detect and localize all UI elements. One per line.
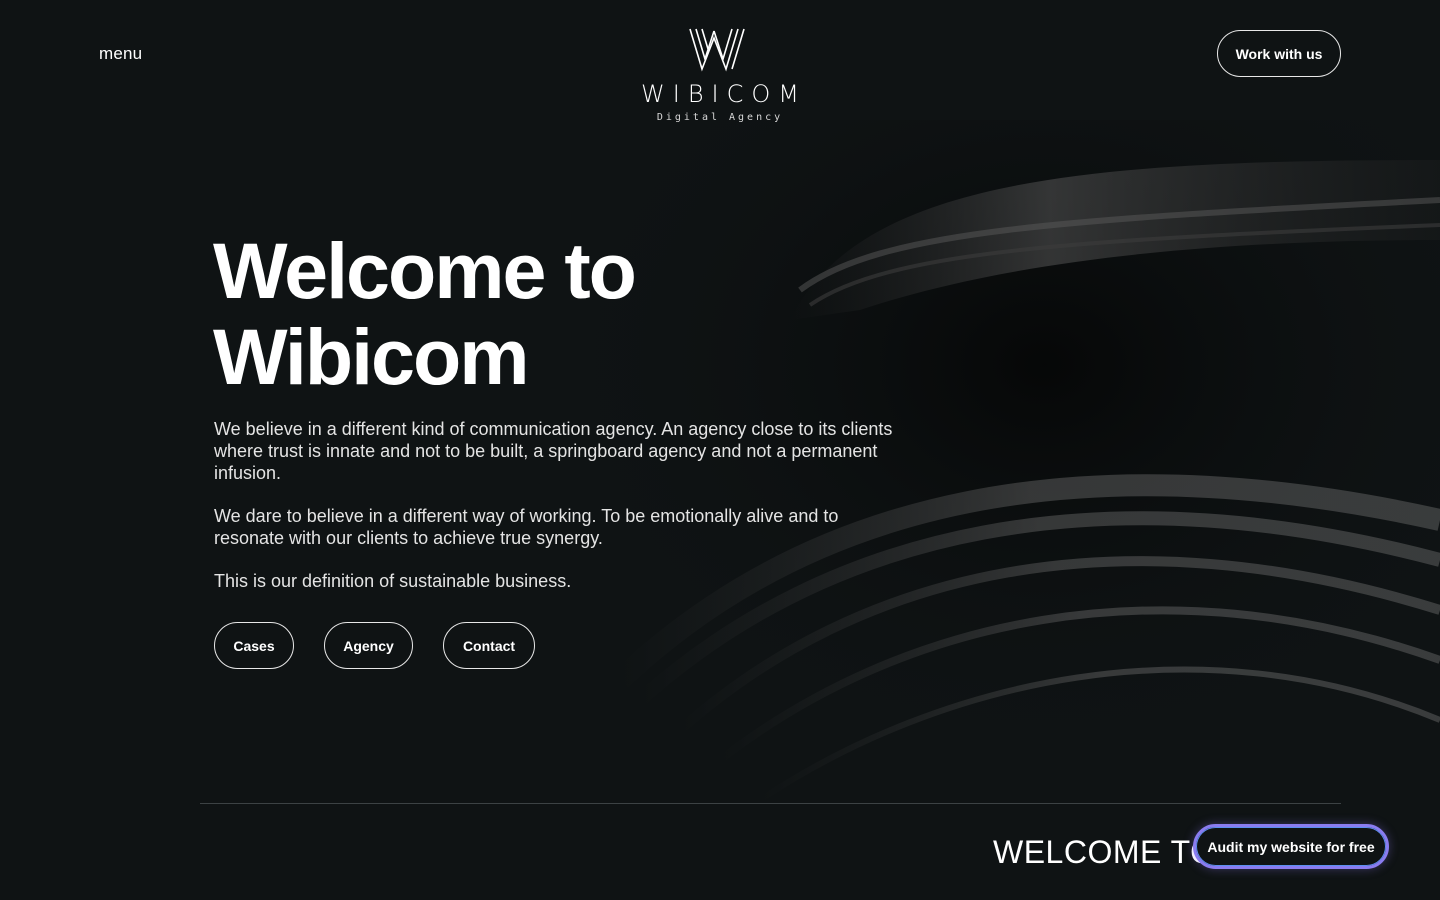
- intro-paragraph-1: We believe in a different kind of commun…: [214, 419, 893, 483]
- menu-button[interactable]: menu: [99, 44, 142, 64]
- section-divider: [200, 803, 1341, 804]
- logo-tagline: Digital Agency: [656, 112, 784, 123]
- welcome-marquee-text: WELCOME TO: [993, 834, 1216, 870]
- agency-button[interactable]: Agency: [324, 622, 413, 669]
- contact-button[interactable]: Contact: [443, 622, 535, 669]
- cases-button[interactable]: Cases: [214, 622, 294, 669]
- hero-title-line-1: Welcome to: [213, 226, 637, 315]
- work-with-us-button[interactable]: Work with us: [1217, 30, 1341, 77]
- hero-title-line-2: Wibicom: [213, 312, 529, 401]
- logo-w-mark-icon: [689, 28, 745, 72]
- intro-paragraph-2: We dare to believe in a different way of…: [214, 506, 839, 548]
- audit-website-button[interactable]: Audit my website for free: [1193, 824, 1389, 869]
- intro-paragraph-3: This is our definition of sustainable bu…: [214, 571, 572, 591]
- hero-title: Welcome to Wibicom: [213, 226, 637, 401]
- logo[interactable]: WIBICOM Digital Agency: [620, 26, 820, 141]
- logo-wordmark: WIBICOM: [641, 80, 807, 108]
- intro-text: We believe in a different kind of commun…: [214, 418, 894, 613]
- page: menu WIBICOM Digital Agency Work with us…: [0, 0, 1440, 900]
